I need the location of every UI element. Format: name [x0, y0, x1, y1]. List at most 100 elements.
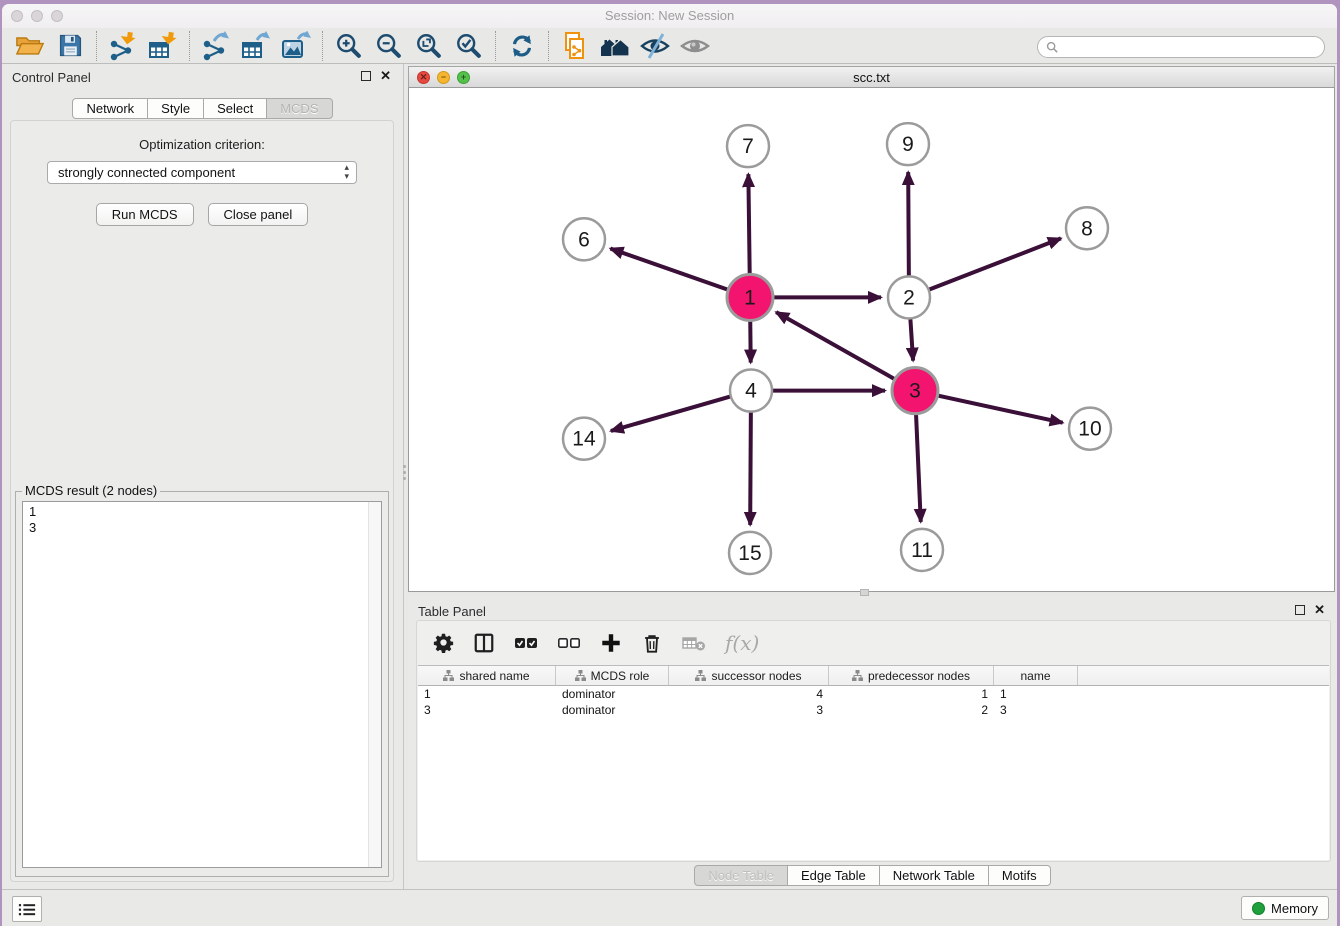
network-window-title: scc.txt: [409, 70, 1334, 85]
list-icon: [18, 902, 36, 917]
run-mcds-button[interactable]: Run MCDS: [96, 203, 194, 226]
edge-3-11[interactable]: [916, 412, 921, 522]
delete-column-button[interactable]: [641, 632, 663, 654]
checked-boxes-icon: [514, 631, 538, 655]
edge-3-1[interactable]: [776, 312, 897, 380]
tab-select[interactable]: Select: [203, 98, 267, 119]
node-14[interactable]: 14: [563, 418, 605, 460]
network-document-icon: [560, 31, 590, 61]
zoom-out-button[interactable]: [369, 30, 409, 62]
column-header-name[interactable]: name: [994, 666, 1078, 685]
edge-2-3[interactable]: [910, 316, 913, 360]
export-image-button[interactable]: [276, 30, 316, 62]
import-network-button[interactable]: [103, 30, 143, 62]
select-all-button[interactable]: [514, 631, 538, 655]
close-panel-icon[interactable]: ✕: [380, 70, 391, 82]
toggle-panel-button[interactable]: [473, 632, 495, 654]
unchecked-boxes-icon: [557, 631, 581, 655]
node-15[interactable]: 15: [729, 532, 771, 574]
node-3[interactable]: 3: [892, 368, 938, 414]
column-label: shared name: [459, 669, 529, 683]
node-1[interactable]: 1: [727, 274, 773, 320]
task-history-button[interactable]: [12, 896, 42, 922]
new-network-file-button[interactable]: [555, 30, 595, 62]
column-header-shared-name[interactable]: shared name: [418, 666, 556, 685]
close-table-panel-icon[interactable]: ✕: [1314, 604, 1325, 616]
zoom-in-button[interactable]: [329, 30, 369, 62]
birds-eye-view-button[interactable]: [675, 30, 715, 62]
horizontal-splitter[interactable]: [860, 589, 869, 596]
table-row[interactable]: 1dominator411: [418, 686, 1329, 702]
node-6[interactable]: 6: [563, 218, 605, 260]
node-2[interactable]: 2: [888, 276, 930, 318]
application-window: Session: New Session: [2, 4, 1337, 926]
table-header-row: shared name MCDS rolesuccessor nodesprede…: [418, 666, 1329, 686]
node-10[interactable]: 10: [1069, 408, 1111, 450]
import-table-icon: [148, 31, 178, 61]
toolbar-separator: [189, 31, 190, 61]
zoom-selected-icon: [455, 32, 483, 60]
criterion-select[interactable]: strongly connected component ▴▾: [47, 161, 357, 184]
float-table-panel-icon[interactable]: [1295, 605, 1305, 615]
mcds-result-list[interactable]: 13: [22, 501, 382, 868]
hide-graphics-details-button[interactable]: [635, 30, 675, 62]
node-11[interactable]: 11: [901, 529, 943, 571]
table-row[interactable]: 3dominator323: [418, 702, 1329, 718]
vertical-splitter[interactable]: [401, 459, 408, 485]
node-4[interactable]: 4: [730, 370, 772, 412]
column-header-mcds-role[interactable]: MCDS role: [556, 666, 669, 685]
memory-button[interactable]: Memory: [1241, 896, 1329, 920]
edge-4-14[interactable]: [611, 396, 733, 431]
export-network-button[interactable]: [196, 30, 236, 62]
tab-network-table[interactable]: Network Table: [879, 865, 989, 886]
edge-1-6[interactable]: [610, 249, 730, 291]
save-session-button[interactable]: [50, 30, 90, 62]
import-network-icon: [108, 31, 138, 61]
network-window-titlebar[interactable]: ✕ − + scc.txt: [408, 66, 1335, 88]
network-canvas[interactable]: 1 2 3 4 6 7 8 9 10 11 14 15: [408, 88, 1335, 592]
node-7[interactable]: 7: [727, 125, 769, 167]
edge-4-15[interactable]: [750, 410, 751, 525]
apply-layout-button[interactable]: [502, 30, 542, 62]
cell-mcds-role: dominator: [556, 687, 669, 701]
session-title: Session: New Session: [2, 8, 1337, 23]
tab-edge-table[interactable]: Edge Table: [787, 865, 880, 886]
svg-text:2: 2: [903, 286, 915, 309]
tab-mcds[interactable]: MCDS: [266, 98, 332, 119]
column-header-successor-nodes[interactable]: successor nodes: [669, 666, 829, 685]
eye-slash-icon: [640, 31, 670, 61]
fit-content-button[interactable]: [409, 30, 449, 62]
column-header-predecessor-nodes[interactable]: predecessor nodes: [829, 666, 994, 685]
edge-2-8[interactable]: [927, 238, 1061, 290]
result-scrollbar[interactable]: [368, 502, 381, 867]
cell-predecessor-nodes: 1: [829, 687, 994, 701]
deselect-all-button[interactable]: [557, 631, 581, 655]
add-column-button[interactable]: [600, 632, 622, 654]
delete-table-button[interactable]: [682, 632, 706, 654]
node-8[interactable]: 8: [1066, 207, 1108, 249]
table-panel-title: Table Panel: [418, 604, 486, 619]
edge-2-9[interactable]: [908, 172, 909, 278]
close-panel-button[interactable]: Close panel: [208, 203, 309, 226]
zoom-selected-button[interactable]: [449, 30, 489, 62]
control-panel-header: Control Panel ✕: [2, 68, 403, 88]
edge-3-10[interactable]: [936, 395, 1063, 423]
float-panel-icon[interactable]: [361, 71, 371, 81]
import-table-button[interactable]: [143, 30, 183, 62]
edge-1-7[interactable]: [748, 174, 749, 276]
search-box[interactable]: [1037, 36, 1325, 58]
open-session-button[interactable]: [10, 30, 50, 62]
search-input[interactable]: [1063, 39, 1317, 55]
mcds-result-group: MCDS result (2 nodes) 13: [15, 491, 389, 877]
export-table-button[interactable]: [236, 30, 276, 62]
tab-network[interactable]: Network: [72, 98, 148, 119]
tree-icon: [695, 670, 706, 681]
column-settings-button[interactable]: [433, 632, 454, 653]
tab-style[interactable]: Style: [147, 98, 204, 119]
svg-text:6: 6: [578, 228, 590, 251]
node-9[interactable]: 9: [887, 123, 929, 165]
tab-motifs[interactable]: Motifs: [988, 865, 1051, 886]
apply-function-button[interactable]: f(x): [725, 631, 759, 655]
first-neighbors-button[interactable]: [595, 30, 635, 62]
tab-node-table[interactable]: Node Table: [694, 865, 788, 886]
